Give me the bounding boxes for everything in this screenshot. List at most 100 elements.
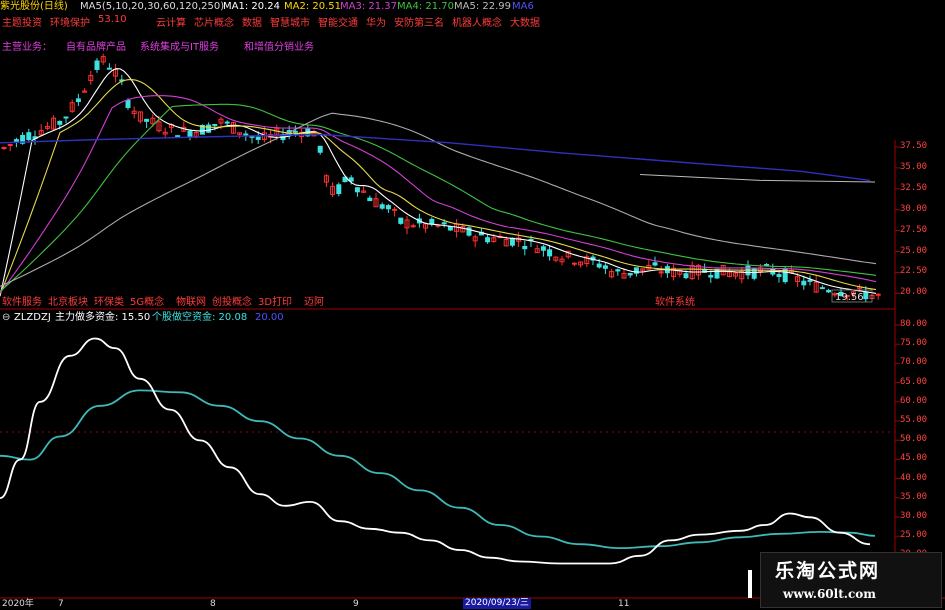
candle-body — [336, 184, 342, 195]
candle-body — [863, 291, 869, 300]
candle-body — [26, 132, 32, 141]
watermark-url: www.60lt.com — [783, 587, 876, 601]
candle-body — [57, 120, 63, 125]
candle-body — [1, 146, 7, 149]
concept-tag[interactable]: 智慧城市 — [270, 14, 310, 29]
concept-tag[interactable]: 安防第三名 — [394, 14, 444, 29]
concept-tag[interactable]: 3D打印 — [258, 293, 292, 308]
concept-tag[interactable]: 系统集成与IT服务 — [140, 38, 219, 53]
concept-tag[interactable]: 创投概念 — [212, 293, 252, 308]
candle-body — [144, 118, 150, 122]
candle-body — [875, 293, 881, 296]
price-axis-tick: 25.00 — [900, 245, 928, 256]
candle-body — [367, 197, 373, 202]
candle-body — [509, 237, 515, 246]
candle-body — [615, 269, 621, 272]
stock-title: 紫光股份(日线) — [0, 1, 68, 12]
candle-body — [187, 130, 193, 138]
candle-body — [602, 265, 608, 269]
indicator-name: ZLZDZJ — [14, 312, 51, 323]
ma4-value: MA4: 21.70 — [397, 1, 455, 12]
candle-body — [224, 121, 230, 124]
candle-body — [522, 245, 528, 250]
candle-body — [379, 204, 385, 209]
indicator-axis-tick: 40.00 — [900, 472, 928, 483]
candle-body — [826, 289, 832, 293]
candle-body — [714, 268, 720, 279]
candle-body — [7, 143, 13, 146]
concept-tag[interactable]: 芯片概念 — [194, 14, 234, 29]
concept-tag[interactable]: 5G概念 — [130, 293, 164, 308]
ma2-line — [0, 79, 877, 295]
candle-body — [212, 123, 218, 126]
watermark-bar — [748, 570, 752, 598]
concept-tag[interactable]: 53.10 — [98, 14, 127, 25]
date-m11: 11 — [618, 599, 630, 609]
price-tag: 软件系统 — [655, 297, 695, 308]
concept-tag[interactable]: 云计算 — [156, 14, 186, 29]
concept-tag[interactable]: 环保类 — [94, 293, 124, 308]
concept-tag[interactable]: 环境保护 — [50, 14, 90, 29]
indicator-level-value: 20.00 — [255, 312, 284, 323]
indicator-axis-tick: 65.00 — [900, 376, 928, 387]
ma-long-line — [639, 174, 876, 183]
concept-tag[interactable]: 软件服务 — [2, 293, 42, 308]
indicator-axis-tick: 55.00 — [900, 415, 928, 425]
indicator-icon[interactable]: ⊖ — [2, 312, 10, 324]
concept-tag[interactable]: 数据 — [242, 14, 262, 29]
candle-body — [447, 226, 453, 231]
indicator-axis-tick: 60.00 — [900, 395, 928, 406]
indicator-axis-tick: 75.00 — [900, 338, 928, 349]
indicator-short-value: 个股做空资金: 20.08 — [152, 312, 248, 323]
concept-tag[interactable]: 自有品牌产品 — [66, 38, 126, 53]
indicator-short-line — [0, 389, 876, 550]
candle-body — [429, 218, 435, 225]
candle-body — [683, 273, 689, 279]
candle-body — [819, 287, 825, 290]
candle-body — [485, 237, 491, 243]
concept-tag[interactable]: 迈阿 — [304, 293, 324, 308]
price-axis-tick: 32.50 — [900, 182, 928, 193]
candle-body — [125, 99, 131, 108]
price-axis-tick: 27.50 — [900, 224, 928, 235]
candle-body — [708, 274, 714, 278]
concept-tag[interactable]: 物联网 — [176, 293, 206, 308]
indicator-axis-tick: 30.00 — [900, 511, 928, 521]
candle-body — [255, 136, 261, 140]
concept-tag[interactable]: 大数据 — [510, 14, 540, 29]
concept-tag[interactable]: 智能交通 — [318, 14, 358, 29]
candle-body — [106, 67, 112, 70]
ma6-line — [0, 133, 871, 182]
date-highlight[interactable]: 2020/09/23/三 — [463, 598, 531, 609]
concept-tag[interactable]: 机器人概念 — [452, 14, 502, 29]
concept-tag[interactable]: 北京板块 — [48, 293, 88, 308]
price-axis-tick: 35.00 — [900, 161, 928, 172]
candle-body — [776, 274, 782, 277]
indicator-axis-tick: 45.00 — [900, 453, 928, 464]
watermark: 乐淘公式网 www.60lt.com — [760, 552, 942, 608]
candle-body — [94, 60, 100, 70]
candle-body — [801, 280, 807, 286]
concept-tag[interactable]: 主题投资 — [2, 14, 42, 29]
concept-tag[interactable]: 华为 — [366, 14, 386, 29]
candle-body — [385, 205, 391, 210]
ma1-line — [0, 68, 877, 297]
ma2-value: MA2: 20.51 — [284, 1, 342, 12]
indicator-axis-tick: 80.00 — [900, 319, 928, 329]
candle-body — [652, 262, 658, 266]
concept-tag[interactable]: 主营业务： — [2, 38, 52, 53]
candle-body — [398, 217, 404, 224]
indicator-main-value: 主力做多资金: 15.50 — [55, 312, 151, 323]
indicator-axis-tick: 35.00 — [900, 491, 928, 502]
ma-params: MA5(5,10,20,30,60,120,250) — [80, 1, 225, 12]
indicator-axis-tick: 25.00 — [900, 530, 928, 541]
date-start: 2020年 — [2, 599, 34, 609]
ma1-value: MA1: 20.24 — [223, 1, 281, 12]
candle-body — [243, 133, 249, 136]
ma3-line — [0, 95, 877, 294]
candle-body — [571, 262, 577, 265]
candle-body — [764, 264, 770, 267]
chart-window: 紫光股份(日线) MA5(5,10,20,30,60,120,250) MA1:… — [0, 0, 945, 609]
last-price-label: 19.56 — [835, 292, 864, 303]
concept-tag[interactable]: 和增值分销业务 — [244, 38, 314, 53]
